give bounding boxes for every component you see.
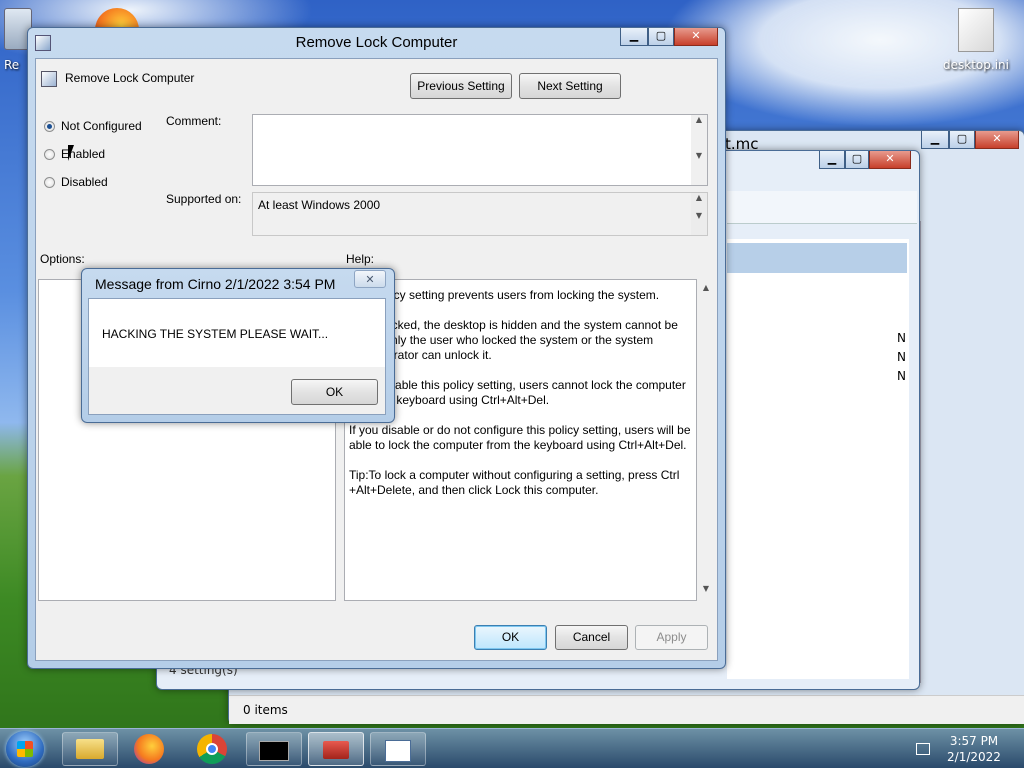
supported-on-label: Supported on: (166, 192, 242, 206)
previous-setting-button[interactable]: Previous Setting (410, 73, 512, 99)
policy-icon (41, 71, 57, 87)
taskbar-explorer[interactable] (62, 732, 118, 766)
taskbar-toolbox[interactable] (308, 732, 364, 766)
command-prompt-icon (259, 741, 289, 761)
message-box-close-button[interactable]: ✕ (354, 270, 386, 288)
taskbar-cmd[interactable] (246, 732, 302, 766)
close-icon: ✕ (365, 273, 375, 286)
close-button[interactable]: ✕ (975, 131, 1019, 149)
clock-time: 3:57 PM (949, 734, 999, 748)
help-paragraph: While locked, the desktop is hidden and … (349, 318, 678, 362)
status-bar: 0 items (229, 695, 1024, 724)
selected-row[interactable] (727, 243, 907, 273)
mouse-cursor-icon (68, 145, 74, 161)
radio-not-configured[interactable] (44, 121, 55, 132)
taskbar-chrome[interactable] (197, 734, 227, 764)
message-ok-button[interactable]: OK (291, 379, 378, 405)
message-text: HACKING THE SYSTEM PLEASE WAIT... (102, 327, 329, 341)
help-scrollbar[interactable]: ▲ ▼ (699, 279, 713, 601)
supported-on-box: At least Windows 2000 ▲ ▼ (252, 192, 708, 236)
toolbar-strip (727, 191, 917, 224)
windows-logo-icon (17, 741, 33, 757)
chrome-icon (206, 743, 218, 755)
desktop-icon-label: desktop.ini (943, 58, 1009, 72)
list-item[interactable]: N (897, 331, 906, 345)
desktop-icon-desktop-ini[interactable]: desktop.ini (940, 8, 1012, 72)
help-text: This policy setting prevents users from … (349, 288, 693, 513)
network-icon[interactable] (916, 743, 930, 755)
taskbar: 3:57 PM 2/1/2022 (0, 728, 1024, 768)
next-setting-button[interactable]: Next Setting (519, 73, 621, 99)
minimize-button[interactable]: ▁ (819, 151, 845, 169)
apply-button[interactable]: Apply (635, 625, 708, 650)
maximize-button[interactable]: ▢ (845, 151, 869, 169)
ok-button[interactable]: OK (474, 625, 547, 650)
window-icon (385, 740, 411, 762)
help-paragraph: Tip:To lock a computer without configuri… (349, 468, 680, 497)
comment-scrollbar[interactable]: ▲ ▼ (691, 115, 707, 185)
help-paragraph: If you enable this policy setting, users… (349, 378, 686, 407)
clock-date: 2/1/2022 (947, 750, 1001, 764)
help-label: Help: (346, 252, 375, 266)
file-icon (958, 8, 994, 52)
radio-enabled[interactable] (44, 149, 55, 160)
minimize-button[interactable]: ▁ (620, 28, 648, 46)
close-button[interactable]: ✕ (869, 151, 911, 169)
comment-textbox[interactable]: ▲ ▼ (252, 114, 708, 186)
maximize-button[interactable]: ▢ (648, 28, 674, 46)
radio-label-not-configured[interactable]: Not Configured (61, 119, 142, 133)
scroll-down-arrow-icon[interactable]: ▼ (699, 584, 713, 593)
message-box-title: Message from Cirno 2/1/2022 3:54 PM (95, 276, 336, 292)
cancel-button[interactable]: Cancel (555, 625, 628, 650)
header-label: Remove Lock Computer (65, 71, 195, 85)
folder-icon (76, 739, 104, 759)
help-paragraph: This policy setting prevents users from … (349, 288, 660, 302)
list-item[interactable]: N (897, 350, 906, 364)
comment-label: Comment: (166, 114, 222, 128)
message-box[interactable]: Message from Cirno 2/1/2022 3:54 PM ✕ HA… (81, 268, 395, 423)
supported-scrollbar[interactable]: ▲ ▼ (691, 193, 707, 235)
radio-disabled[interactable] (44, 177, 55, 188)
clock[interactable]: 3:57 PM 2/1/2022 (936, 733, 1012, 765)
close-button[interactable]: ✕ (674, 28, 718, 46)
taskbar-firefox[interactable] (134, 734, 164, 764)
start-button[interactable] (6, 731, 44, 767)
radio-label-disabled[interactable]: Disabled (61, 175, 108, 189)
supported-on-value: At least Windows 2000 (258, 198, 381, 212)
help-paragraph: If you disable or do not configure this … (349, 423, 691, 452)
minimize-button[interactable]: ▁ (921, 131, 949, 149)
help-pane: This policy setting prevents users from … (344, 279, 697, 601)
toolbox-icon (323, 741, 349, 759)
taskbar-policy-editor[interactable] (370, 732, 426, 766)
options-label: Options: (40, 252, 85, 266)
scroll-up-arrow-icon[interactable]: ▲ (699, 283, 713, 292)
list-item[interactable]: N (897, 369, 906, 383)
maximize-button[interactable]: ▢ (949, 131, 975, 149)
message-box-body: HACKING THE SYSTEM PLEASE WAIT... OK (88, 298, 386, 415)
status-items-count: 0 items (243, 703, 288, 717)
list-pane: N N N (727, 239, 909, 679)
